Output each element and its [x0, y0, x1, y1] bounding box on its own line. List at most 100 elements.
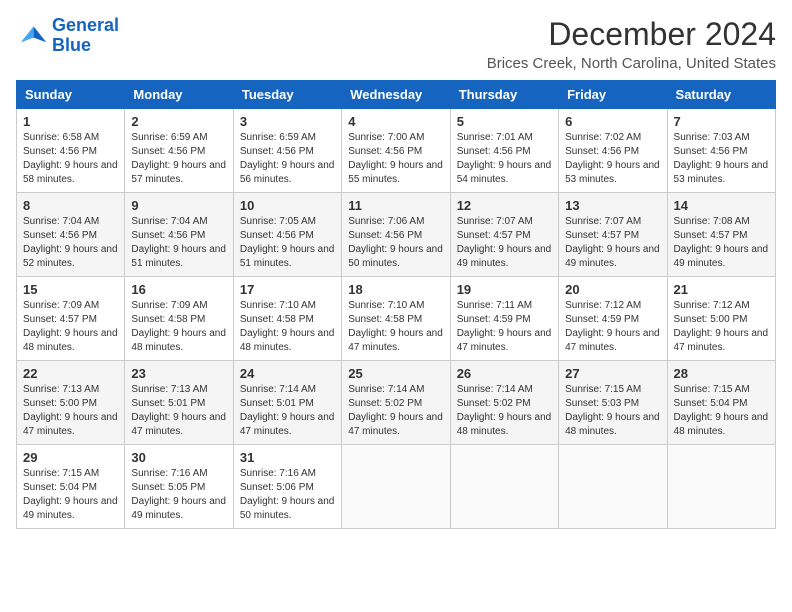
day-number: 12 — [457, 198, 552, 213]
day-info: Sunrise: 7:02 AM Sunset: 4:56 PM Dayligh… — [565, 131, 660, 187]
day-number: 24 — [240, 366, 335, 381]
day-info: Sunrise: 7:15 AM Sunset: 5:04 PM Dayligh… — [23, 467, 118, 523]
day-cell: 28 Sunrise: 7:15 AM Sunset: 5:04 PM Dayl… — [667, 361, 775, 445]
day-cell: 8 Sunrise: 7:04 AM Sunset: 4:56 PM Dayli… — [17, 193, 125, 277]
day-cell: 10 Sunrise: 7:05 AM Sunset: 4:56 PM Dayl… — [233, 193, 341, 277]
day-cell: 21 Sunrise: 7:12 AM Sunset: 5:00 PM Dayl… — [667, 277, 775, 361]
day-cell: 29 Sunrise: 7:15 AM Sunset: 5:04 PM Dayl… — [17, 445, 125, 529]
day-cell: 27 Sunrise: 7:15 AM Sunset: 5:03 PM Dayl… — [559, 361, 667, 445]
day-info: Sunrise: 7:03 AM Sunset: 4:56 PM Dayligh… — [674, 131, 769, 187]
day-number: 14 — [674, 198, 769, 213]
day-info: Sunrise: 7:04 AM Sunset: 4:56 PM Dayligh… — [23, 215, 118, 271]
day-number: 27 — [565, 366, 660, 381]
day-number: 16 — [131, 282, 226, 297]
day-cell: 26 Sunrise: 7:14 AM Sunset: 5:02 PM Dayl… — [450, 361, 558, 445]
day-cell: 19 Sunrise: 7:11 AM Sunset: 4:59 PM Dayl… — [450, 277, 558, 361]
day-number: 19 — [457, 282, 552, 297]
day-cell: 12 Sunrise: 7:07 AM Sunset: 4:57 PM Dayl… — [450, 193, 558, 277]
day-number: 20 — [565, 282, 660, 297]
day-number: 7 — [674, 114, 769, 129]
day-cell: 30 Sunrise: 7:16 AM Sunset: 5:05 PM Dayl… — [125, 445, 233, 529]
day-cell: 18 Sunrise: 7:10 AM Sunset: 4:58 PM Dayl… — [342, 277, 450, 361]
day-number: 23 — [131, 366, 226, 381]
day-number: 4 — [348, 114, 443, 129]
day-info: Sunrise: 7:10 AM Sunset: 4:58 PM Dayligh… — [240, 299, 335, 355]
day-number: 25 — [348, 366, 443, 381]
day-info: Sunrise: 7:01 AM Sunset: 4:56 PM Dayligh… — [457, 131, 552, 187]
day-cell: 2 Sunrise: 6:59 AM Sunset: 4:56 PM Dayli… — [125, 109, 233, 193]
day-number: 13 — [565, 198, 660, 213]
day-number: 26 — [457, 366, 552, 381]
day-info: Sunrise: 7:07 AM Sunset: 4:57 PM Dayligh… — [457, 215, 552, 271]
day-info: Sunrise: 7:13 AM Sunset: 5:01 PM Dayligh… — [131, 383, 226, 439]
day-cell: 13 Sunrise: 7:07 AM Sunset: 4:57 PM Dayl… — [559, 193, 667, 277]
day-info: Sunrise: 7:07 AM Sunset: 4:57 PM Dayligh… — [565, 215, 660, 271]
day-info: Sunrise: 6:58 AM Sunset: 4:56 PM Dayligh… — [23, 131, 118, 187]
day-cell: 1 Sunrise: 6:58 AM Sunset: 4:56 PM Dayli… — [17, 109, 125, 193]
day-number: 9 — [131, 198, 226, 213]
week-row-4: 22 Sunrise: 7:13 AM Sunset: 5:00 PM Dayl… — [17, 361, 776, 445]
header-tuesday: Tuesday — [233, 81, 341, 109]
day-info: Sunrise: 7:12 AM Sunset: 4:59 PM Dayligh… — [565, 299, 660, 355]
day-info: Sunrise: 7:14 AM Sunset: 5:01 PM Dayligh… — [240, 383, 335, 439]
day-number: 29 — [23, 450, 118, 465]
day-cell: 4 Sunrise: 7:00 AM Sunset: 4:56 PM Dayli… — [342, 109, 450, 193]
month-title: December 2024 — [487, 16, 776, 53]
day-info: Sunrise: 7:08 AM Sunset: 4:57 PM Dayligh… — [674, 215, 769, 271]
day-number: 30 — [131, 450, 226, 465]
day-cell: 15 Sunrise: 7:09 AM Sunset: 4:57 PM Dayl… — [17, 277, 125, 361]
day-cell: 3 Sunrise: 6:59 AM Sunset: 4:56 PM Dayli… — [233, 109, 341, 193]
day-number: 10 — [240, 198, 335, 213]
header-monday: Monday — [125, 81, 233, 109]
location: Brices Creek, North Carolina, United Sta… — [487, 55, 776, 72]
day-cell: 7 Sunrise: 7:03 AM Sunset: 4:56 PM Dayli… — [667, 109, 775, 193]
day-info: Sunrise: 7:13 AM Sunset: 5:00 PM Dayligh… — [23, 383, 118, 439]
day-info: Sunrise: 7:16 AM Sunset: 5:05 PM Dayligh… — [131, 467, 226, 523]
day-number: 17 — [240, 282, 335, 297]
day-info: Sunrise: 7:11 AM Sunset: 4:59 PM Dayligh… — [457, 299, 552, 355]
header-friday: Friday — [559, 81, 667, 109]
day-number: 22 — [23, 366, 118, 381]
week-row-1: 1 Sunrise: 6:58 AM Sunset: 4:56 PM Dayli… — [17, 109, 776, 193]
day-cell: 25 Sunrise: 7:14 AM Sunset: 5:02 PM Dayl… — [342, 361, 450, 445]
day-number: 3 — [240, 114, 335, 129]
day-cell — [559, 445, 667, 529]
day-cell: 23 Sunrise: 7:13 AM Sunset: 5:01 PM Dayl… — [125, 361, 233, 445]
day-cell: 9 Sunrise: 7:04 AM Sunset: 4:56 PM Dayli… — [125, 193, 233, 277]
day-info: Sunrise: 7:09 AM Sunset: 4:58 PM Dayligh… — [131, 299, 226, 355]
day-cell: 5 Sunrise: 7:01 AM Sunset: 4:56 PM Dayli… — [450, 109, 558, 193]
day-info: Sunrise: 7:09 AM Sunset: 4:57 PM Dayligh… — [23, 299, 118, 355]
day-info: Sunrise: 7:05 AM Sunset: 4:56 PM Dayligh… — [240, 215, 335, 271]
logo-icon — [16, 20, 48, 52]
day-info: Sunrise: 7:10 AM Sunset: 4:58 PM Dayligh… — [348, 299, 443, 355]
day-number: 28 — [674, 366, 769, 381]
day-info: Sunrise: 7:12 AM Sunset: 5:00 PM Dayligh… — [674, 299, 769, 355]
day-cell — [667, 445, 775, 529]
day-cell: 14 Sunrise: 7:08 AM Sunset: 4:57 PM Dayl… — [667, 193, 775, 277]
header-wednesday: Wednesday — [342, 81, 450, 109]
logo-text: General Blue — [52, 16, 119, 56]
day-number: 31 — [240, 450, 335, 465]
day-cell: 16 Sunrise: 7:09 AM Sunset: 4:58 PM Dayl… — [125, 277, 233, 361]
day-cell: 20 Sunrise: 7:12 AM Sunset: 4:59 PM Dayl… — [559, 277, 667, 361]
week-row-3: 15 Sunrise: 7:09 AM Sunset: 4:57 PM Dayl… — [17, 277, 776, 361]
day-info: Sunrise: 7:14 AM Sunset: 5:02 PM Dayligh… — [348, 383, 443, 439]
day-number: 8 — [23, 198, 118, 213]
day-number: 6 — [565, 114, 660, 129]
header-sunday: Sunday — [17, 81, 125, 109]
day-info: Sunrise: 6:59 AM Sunset: 4:56 PM Dayligh… — [131, 131, 226, 187]
day-info: Sunrise: 7:15 AM Sunset: 5:03 PM Dayligh… — [565, 383, 660, 439]
logo: General Blue — [16, 16, 119, 56]
day-cell — [342, 445, 450, 529]
day-info: Sunrise: 7:06 AM Sunset: 4:56 PM Dayligh… — [348, 215, 443, 271]
calendar-header-row: SundayMondayTuesdayWednesdayThursdayFrid… — [17, 81, 776, 109]
header-thursday: Thursday — [450, 81, 558, 109]
day-cell: 24 Sunrise: 7:14 AM Sunset: 5:01 PM Dayl… — [233, 361, 341, 445]
day-number: 15 — [23, 282, 118, 297]
day-info: Sunrise: 7:16 AM Sunset: 5:06 PM Dayligh… — [240, 467, 335, 523]
day-number: 18 — [348, 282, 443, 297]
header-saturday: Saturday — [667, 81, 775, 109]
day-cell: 6 Sunrise: 7:02 AM Sunset: 4:56 PM Dayli… — [559, 109, 667, 193]
day-number: 11 — [348, 198, 443, 213]
day-info: Sunrise: 7:15 AM Sunset: 5:04 PM Dayligh… — [674, 383, 769, 439]
